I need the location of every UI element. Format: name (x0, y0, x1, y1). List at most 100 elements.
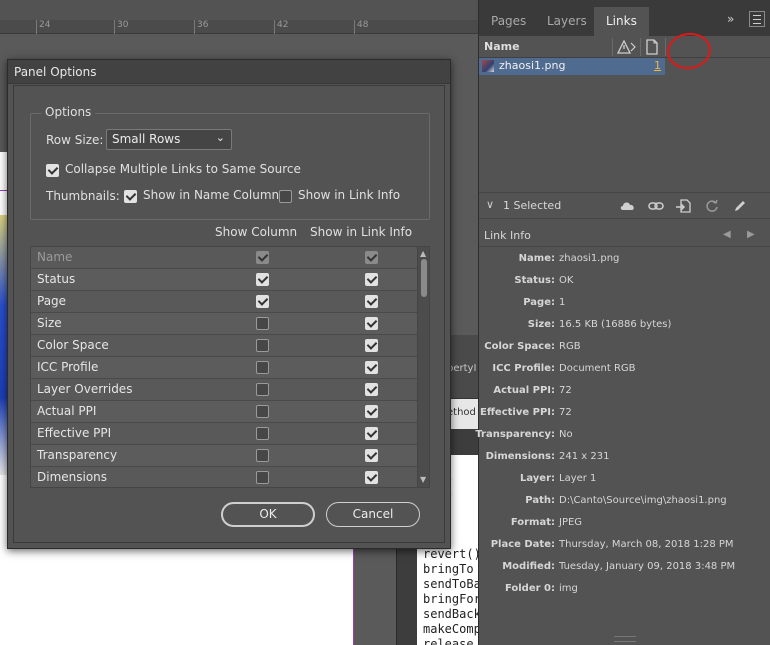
link-info-value: RGB (559, 341, 581, 352)
show-in-link-info-checkbox[interactable] (365, 295, 378, 308)
tab-layers[interactable]: Layers (535, 7, 599, 36)
column-option-row: Effective PPI (31, 423, 417, 445)
link-thumbnail (482, 60, 494, 72)
collapse-panel-icon[interactable]: » (727, 12, 734, 26)
link-info-value: img (559, 583, 578, 594)
warning-column-icon[interactable] (616, 39, 637, 55)
column-option-name: Color Space (37, 338, 109, 352)
column-option-row: Name (31, 247, 417, 269)
selected-count: 1 Selected (503, 199, 562, 212)
link-info-value: OK (559, 275, 574, 286)
thumbnail-name-column-label[interactable]: Show in Name Column (143, 188, 279, 202)
show-column-checkbox[interactable] (256, 449, 269, 462)
cancel-button[interactable]: Cancel (326, 502, 420, 527)
collapse-links-label[interactable]: Collapse Multiple Links to Same Source (65, 162, 301, 176)
link-page-number[interactable]: 1 (654, 59, 661, 72)
show-in-link-info-checkbox[interactable] (365, 361, 378, 374)
panel-menu-icon[interactable] (749, 11, 765, 27)
link-info-label: Effective PPI: (479, 407, 555, 418)
show-in-link-info-checkbox[interactable] (365, 405, 378, 418)
link-info-value: 16.5 KB (16886 bytes) (559, 319, 672, 330)
show-in-link-info-checkbox[interactable] (365, 317, 378, 330)
next-link-icon[interactable]: ▶ (747, 229, 755, 240)
thumbnail-link-info-checkbox[interactable] (279, 190, 292, 203)
ruler-tick: 24 (36, 20, 50, 34)
link-info-header[interactable]: Link Info ◀ ▶ (479, 223, 770, 247)
thumbnail-link-info-label[interactable]: Show in Link Info (298, 188, 400, 202)
update-link-icon[interactable] (703, 198, 721, 214)
tab-links[interactable]: Links (594, 7, 649, 36)
ok-button[interactable]: OK (221, 502, 315, 527)
links-column-header[interactable]: Name (479, 36, 770, 58)
column-option-name: Status (37, 272, 76, 286)
previous-link-icon[interactable]: ◀ (723, 229, 731, 240)
link-info-row: ICC Profile: Document RGB (479, 361, 770, 383)
code-line: makeComp (423, 622, 479, 636)
link-info-label: Actual PPI: (493, 385, 555, 396)
show-in-link-info-checkbox[interactable] (365, 339, 378, 352)
show-column-checkbox[interactable] (256, 361, 269, 374)
horizontal-ruler[interactable]: 24 30 36 42 48 (0, 20, 478, 34)
show-in-link-info-header: Show in Link Info (310, 225, 413, 239)
show-column-checkbox[interactable] (256, 405, 269, 418)
show-in-link-info-checkbox[interactable] (365, 273, 378, 286)
panel-resize-grip[interactable] (614, 636, 636, 642)
link-info-label: ICC Profile: (492, 363, 555, 374)
link-info-value: JPEG (559, 517, 583, 528)
relink-icon[interactable] (647, 198, 665, 214)
chevron-down-icon[interactable]: ∨ (486, 198, 494, 211)
show-column-checkbox[interactable] (256, 295, 269, 308)
column-option-row: ICC Profile (31, 357, 417, 379)
show-column-checkbox[interactable] (256, 471, 269, 484)
go-to-link-icon[interactable] (675, 198, 693, 214)
link-info-value: zhaosi1.png (559, 253, 620, 264)
show-column-checkbox[interactable] (256, 339, 269, 352)
name-column-label[interactable]: Name (484, 40, 520, 53)
scroll-up-icon[interactable]: ▲ (420, 249, 426, 258)
link-row[interactable]: zhaosi1.png 1 (479, 58, 665, 75)
link-info-value: 1 (559, 297, 566, 308)
column-options-table: Name Status Page Size Color Space ICC Profile… (30, 246, 430, 488)
show-in-link-info-checkbox[interactable] (365, 383, 378, 396)
column-option-row: Layer Overrides (31, 379, 417, 401)
scrollbar-thumb[interactable] (421, 259, 427, 297)
dialog-titlebar[interactable]: Panel Options (8, 60, 450, 84)
show-in-link-info-checkbox[interactable] (365, 471, 378, 484)
column-option-row: Actual PPI (31, 401, 417, 423)
ruler-tick: 30 (114, 20, 128, 34)
column-divider (665, 38, 666, 56)
scroll-down-icon[interactable]: ▼ (420, 475, 426, 484)
link-info-row: Format: JPEG (479, 515, 770, 537)
code-line: sendBack (423, 607, 479, 621)
link-info-label: Layer: (519, 473, 555, 484)
thumbnail-name-column-checkbox[interactable] (124, 190, 137, 203)
tab-pages[interactable]: Pages (479, 7, 538, 36)
link-info-label: Name: (518, 253, 555, 264)
show-column-checkbox[interactable] (256, 427, 269, 440)
page-column-icon[interactable] (645, 39, 659, 55)
collapse-links-checkbox[interactable] (46, 164, 59, 177)
cloud-icon[interactable] (619, 198, 637, 214)
link-info-row: Layer: Layer 1 (479, 471, 770, 493)
show-column-checkbox[interactable] (256, 273, 269, 286)
link-info-value: Layer 1 (559, 473, 597, 484)
show-column-checkbox[interactable] (256, 383, 269, 396)
show-in-link-info-checkbox[interactable] (365, 427, 378, 440)
table-scrollbar[interactable]: ▲ ▼ (417, 247, 429, 487)
column-option-name: Actual PPI (37, 404, 97, 418)
show-in-link-info-checkbox[interactable] (365, 449, 378, 462)
link-info-label: Page: (523, 297, 555, 308)
link-info-row: Path: D:\Canto\Source\img\zhaosi1.png (479, 493, 770, 515)
dialog-title: Panel Options (14, 65, 97, 79)
show-column-checkbox[interactable] (256, 317, 269, 330)
link-info-label: Status: (514, 275, 555, 286)
column-option-row: Color Space (31, 335, 417, 357)
link-info-title: Link Info (484, 229, 531, 242)
link-info-value: No (559, 429, 573, 440)
dialog-body: Options Row Size: Small Rows ⌄ Collapse … (13, 85, 445, 543)
link-info-row: Transparency: No (475, 427, 770, 449)
edit-original-icon[interactable] (731, 198, 749, 214)
link-info-label: Modified: (502, 561, 555, 572)
row-size-select[interactable]: Small Rows ⌄ (106, 129, 232, 150)
link-info-label: Dimensions: (485, 451, 555, 462)
